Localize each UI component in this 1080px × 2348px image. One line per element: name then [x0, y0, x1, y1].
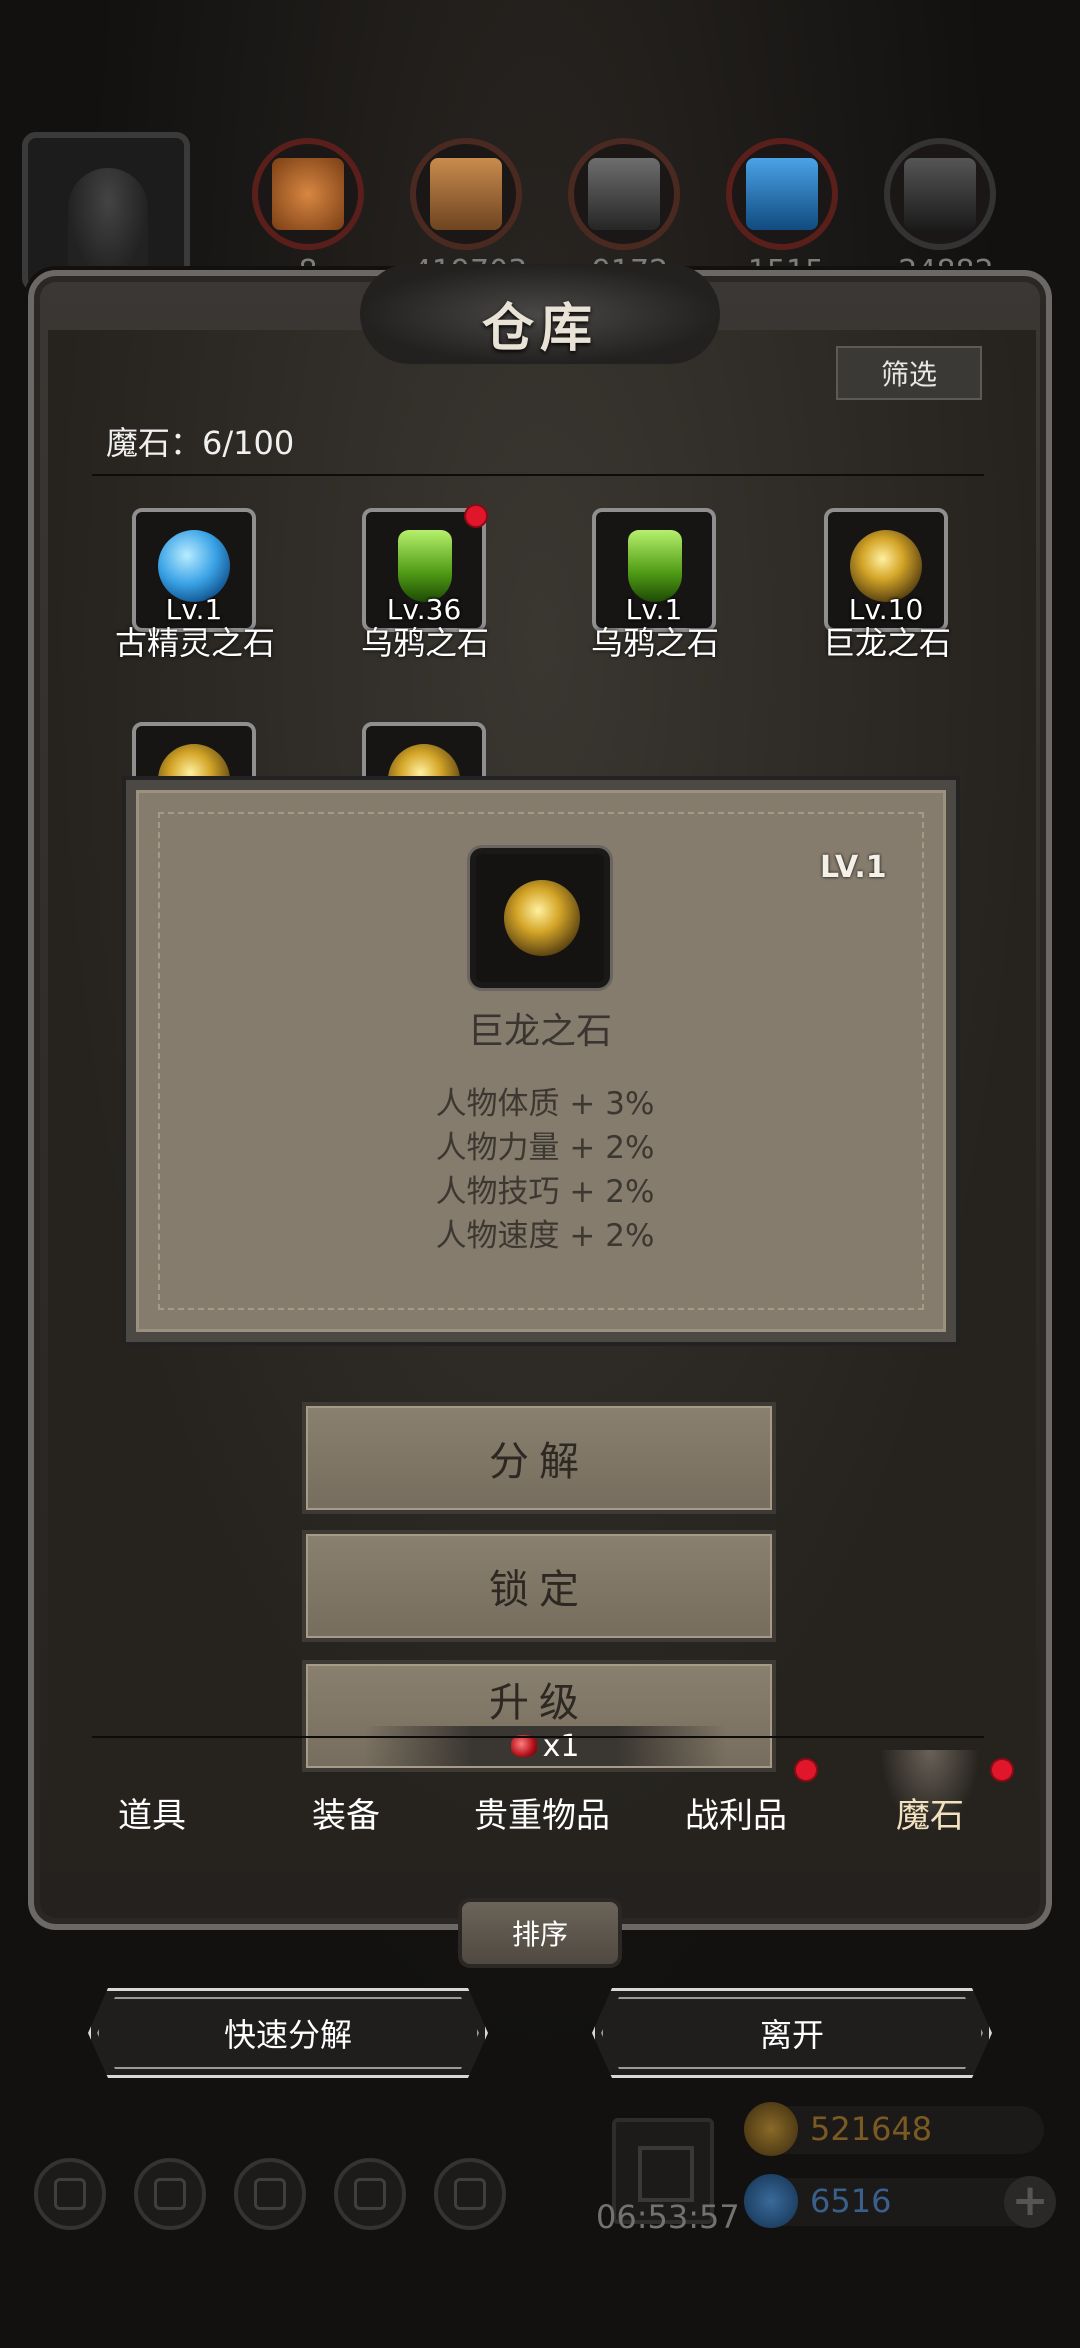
upgrade-cost-value: x1	[542, 1728, 580, 1764]
gem-amount: 6516	[810, 2182, 892, 2220]
item-slot-raven-stone[interactable]: Lv.1	[592, 508, 716, 632]
notification-dot	[794, 1758, 818, 1782]
detail-stat: 人物力量 + 2%	[435, 1130, 655, 1166]
tab-valuables[interactable]: 贵重物品	[442, 1788, 642, 1837]
detail-item-icon	[470, 848, 610, 988]
detail-level: LV.1	[820, 850, 887, 885]
gold-gem-icon	[850, 530, 922, 602]
ruby-icon	[510, 1735, 537, 1757]
tab-items[interactable]: 道具	[52, 1788, 252, 1837]
green-gem-icon	[398, 530, 452, 602]
gift-timer: 06:53:57	[596, 2198, 740, 2236]
stone-resource-icon	[568, 138, 680, 250]
item-count: 魔石：6/100	[106, 424, 295, 462]
upgrade-cost: x1	[364, 1726, 726, 1766]
gold-gem-icon	[504, 880, 580, 956]
diamond-icon	[744, 2174, 798, 2228]
item-name: 乌鸦之石	[360, 624, 489, 662]
item-slot-ancient-elf-stone[interactable]: Lv.1	[132, 508, 256, 632]
item-name: 乌鸦之石	[590, 624, 719, 662]
item-slot-dragon-stone[interactable]: Lv.10	[824, 508, 948, 632]
player-avatar[interactable]	[22, 132, 190, 292]
iron-resource-icon	[884, 138, 996, 250]
tab-magic-stones[interactable]: 魔石	[830, 1788, 1030, 1837]
wood-resource-icon	[410, 138, 522, 250]
shield-icon[interactable]	[434, 2158, 506, 2230]
tab-equipment[interactable]: 装备	[246, 1788, 446, 1837]
tab-divider	[92, 1736, 984, 1738]
add-currency-button[interactable]: +	[1004, 2176, 1056, 2228]
gold-coin-icon	[744, 2102, 798, 2156]
gold-amount: 521648	[810, 2110, 933, 2148]
item-slot-raven-stone[interactable]: Lv.36	[362, 508, 486, 632]
settings-icon[interactable]	[34, 2158, 106, 2230]
sort-button[interactable]: 排序	[458, 1898, 622, 1968]
blue-gem-icon	[158, 530, 230, 602]
upgrade-button[interactable]: 升级 x1	[302, 1660, 776, 1772]
detail-stat: 人物技巧 + 2%	[435, 1174, 655, 1210]
food-resource-icon	[252, 138, 364, 250]
lock-button[interactable]: 锁定	[302, 1530, 776, 1642]
header-divider	[92, 474, 984, 476]
leave-button[interactable]: 离开	[592, 1988, 992, 2078]
decompose-button[interactable]: 分解	[302, 1402, 776, 1514]
filter-button[interactable]: 筛选	[836, 346, 982, 400]
book-icon[interactable]	[234, 2158, 306, 2230]
avatar-silhouette-icon	[68, 168, 148, 278]
upgrade-label: 升级	[489, 1680, 589, 1726]
button-border	[97, 1997, 479, 2069]
mail-icon[interactable]	[334, 2158, 406, 2230]
crystal-resource-icon	[726, 138, 838, 250]
item-name: 古精灵之石	[114, 624, 275, 662]
notification-dot	[990, 1758, 1014, 1782]
button-border	[601, 1997, 983, 2069]
item-name: 巨龙之石	[822, 624, 951, 662]
badge-icon[interactable]	[134, 2158, 206, 2230]
detail-stat: 人物体质 + 3%	[435, 1086, 655, 1122]
notification-dot	[464, 504, 488, 528]
tab-loot[interactable]: 战利品	[636, 1788, 836, 1837]
quick-decompose-button[interactable]: 快速分解	[88, 1988, 488, 2078]
detail-stat: 人物速度 + 2%	[435, 1218, 655, 1254]
green-gem-icon	[628, 530, 682, 602]
detail-item-name: 巨龙之石	[467, 1011, 612, 1052]
